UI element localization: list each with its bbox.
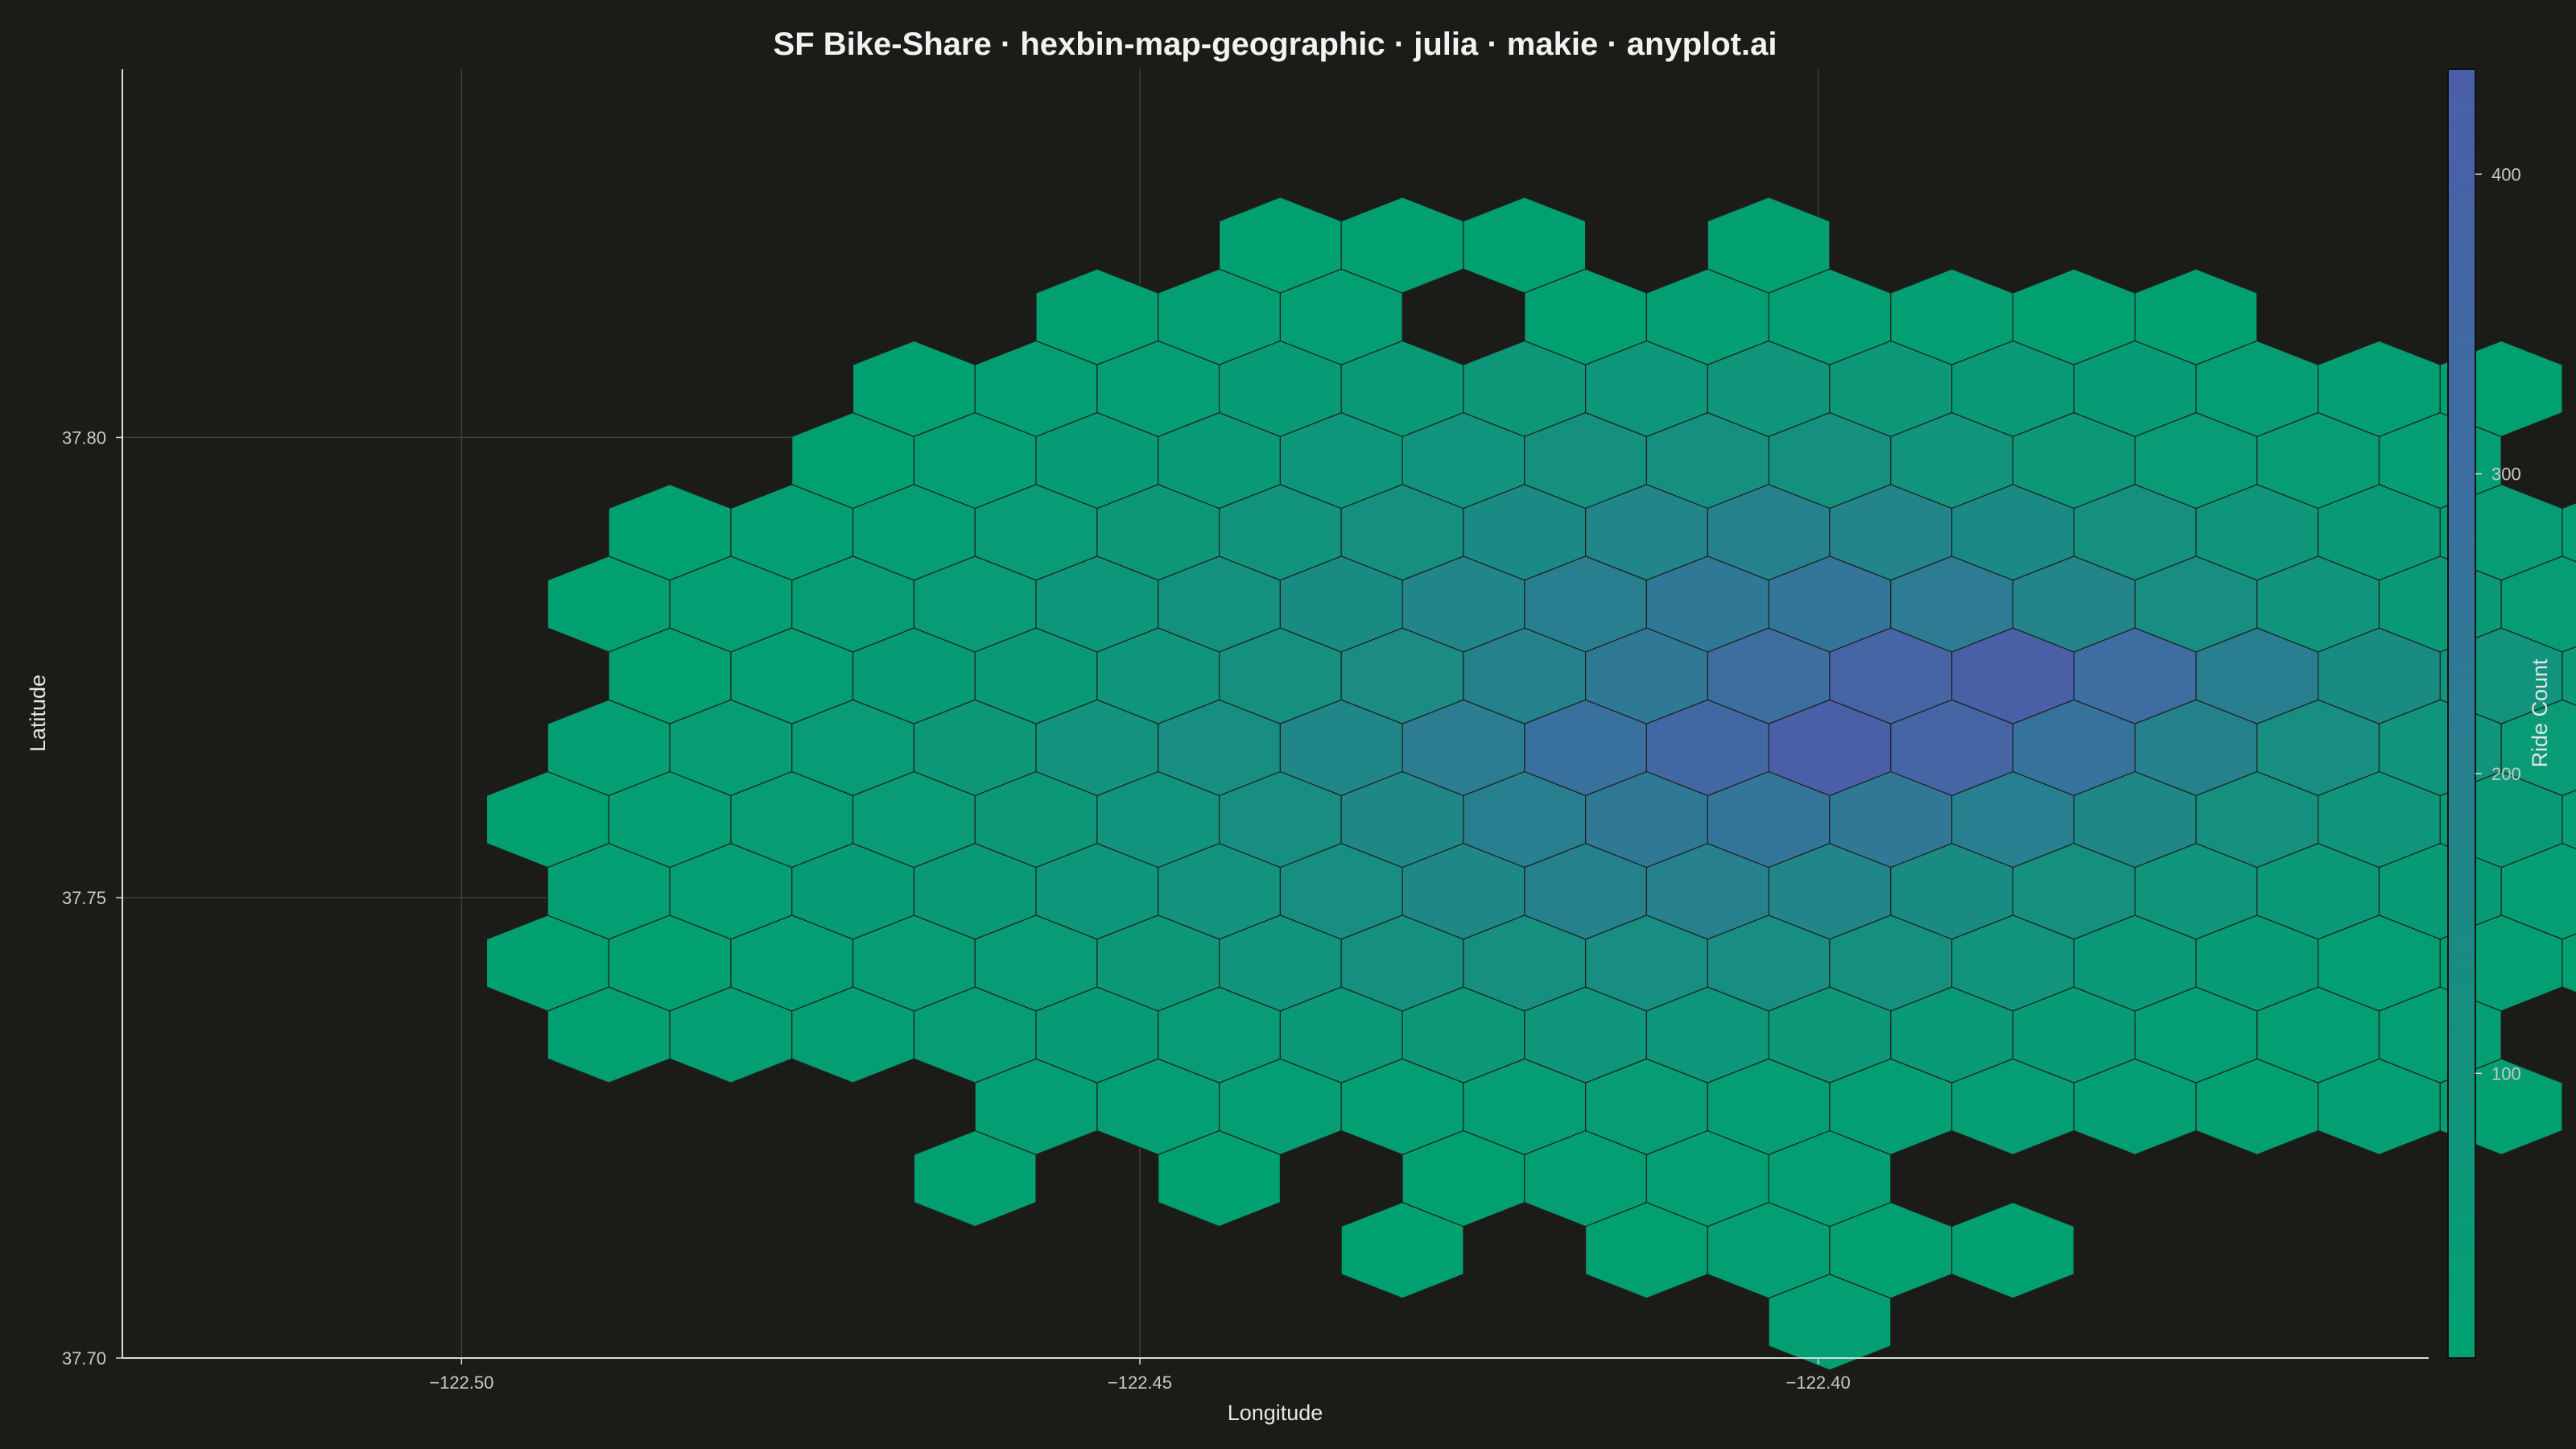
x-axis-label: Longitude bbox=[1228, 1401, 1323, 1425]
x-tick-label: −122.50 bbox=[429, 1373, 493, 1393]
y-axis-label: Latitude bbox=[26, 675, 50, 752]
x-axis-ticks: −122.50 −122.45 −122.40 bbox=[429, 1358, 1851, 1393]
hexbin-chart: SF Bike-Share · hexbin-map-geographic · … bbox=[26, 27, 2576, 1425]
hexbin-layer bbox=[485, 196, 2576, 1371]
colorbar-tick-label: 200 bbox=[2491, 764, 2521, 784]
colorbar-tick-label: 300 bbox=[2491, 464, 2521, 485]
y-tick-label: 37.70 bbox=[62, 1348, 106, 1368]
y-axis-ticks: 37.70 37.75 37.80 bbox=[62, 427, 122, 1368]
x-tick-label: −122.40 bbox=[1786, 1373, 1851, 1393]
colorbar-tick-label: 100 bbox=[2491, 1063, 2521, 1084]
chart-title: SF Bike-Share · hexbin-map-geographic · … bbox=[774, 27, 1777, 62]
y-tick-label: 37.80 bbox=[62, 427, 106, 448]
x-tick-label: −122.45 bbox=[1108, 1373, 1172, 1393]
y-tick-label: 37.75 bbox=[62, 888, 106, 908]
colorbar-label: Ride Count bbox=[2528, 658, 2552, 768]
hex-bin bbox=[1951, 1202, 2074, 1299]
colorbar-bar bbox=[2447, 68, 2476, 1359]
colorbar-tick-label: 400 bbox=[2491, 164, 2521, 184]
